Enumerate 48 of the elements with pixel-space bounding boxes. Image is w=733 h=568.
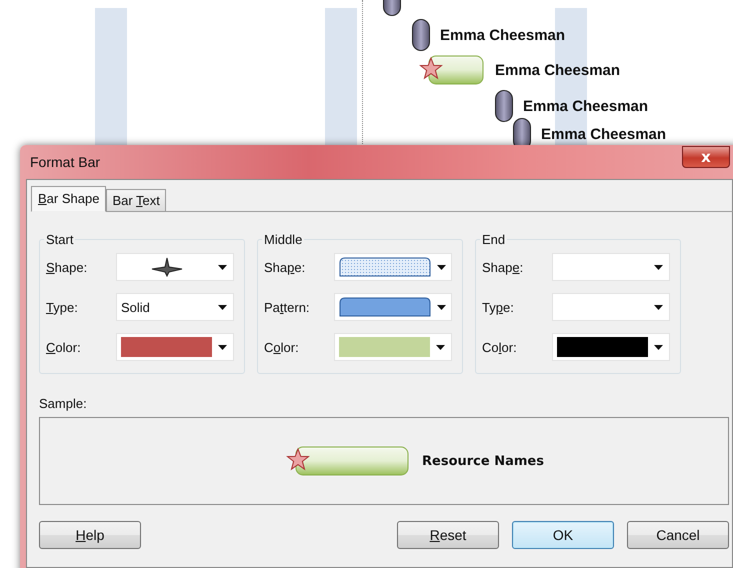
resource-name: Emma Cheesman xyxy=(440,26,566,44)
field-label: Shape: xyxy=(482,260,524,274)
star-shape-icon xyxy=(150,257,184,277)
group-title: Middle xyxy=(263,232,304,247)
dropdown[interactable] xyxy=(116,253,234,281)
field-label: Color: xyxy=(482,340,517,354)
caret-icon xyxy=(218,344,227,350)
field-label: Color: xyxy=(46,340,81,354)
combo-value: Solid xyxy=(121,300,151,314)
window-title: Format Bar xyxy=(29,154,100,170)
field-label: Color: xyxy=(264,340,299,354)
caret-icon xyxy=(654,264,663,270)
caret-icon xyxy=(654,304,663,310)
field-label: Shape: xyxy=(264,260,306,274)
star-bar-icon xyxy=(417,55,485,85)
caret-icon xyxy=(218,264,227,270)
sample-text: Resource Names xyxy=(422,454,544,468)
milestone-icon xyxy=(495,90,513,122)
dropdown[interactable] xyxy=(552,333,670,361)
field-label: Type: xyxy=(482,300,514,314)
resource-name: Emma Cheesman xyxy=(495,62,620,78)
field-label: Type: xyxy=(46,300,78,314)
solid-bar-icon xyxy=(339,297,431,317)
hatched-bar-icon xyxy=(339,257,431,277)
caret-icon xyxy=(436,344,445,350)
caret-icon xyxy=(437,304,446,310)
caret-icon xyxy=(218,304,227,310)
star-bar-icon xyxy=(284,446,410,476)
dropdown[interactable] xyxy=(334,293,452,321)
close-button[interactable]: x xyxy=(682,146,730,168)
resource-name: Emma Cheesman xyxy=(541,126,666,142)
field-label: Shape: xyxy=(46,260,88,274)
dialog-button[interactable]: Reset xyxy=(397,521,499,549)
group-title: Start xyxy=(45,232,74,247)
milestone-icon xyxy=(412,19,430,51)
field-label: Pattern: xyxy=(264,300,310,314)
caret-icon xyxy=(654,344,663,350)
dropdown[interactable] xyxy=(334,253,452,281)
caret-icon xyxy=(437,264,446,270)
dialog-button[interactable]: Cancel xyxy=(627,521,729,549)
tab[interactable]: Bar Shape xyxy=(31,186,106,212)
resource-name: Emma Cheesman xyxy=(523,98,648,114)
group-title: End xyxy=(481,232,506,247)
dropdown[interactable]: Solid xyxy=(116,293,234,321)
dialog-button[interactable]: OK xyxy=(512,521,614,549)
sample-label: Sample: xyxy=(39,396,88,411)
tab[interactable]: Bar Text xyxy=(106,189,166,212)
dialog-button[interactable]: Help xyxy=(39,521,141,549)
